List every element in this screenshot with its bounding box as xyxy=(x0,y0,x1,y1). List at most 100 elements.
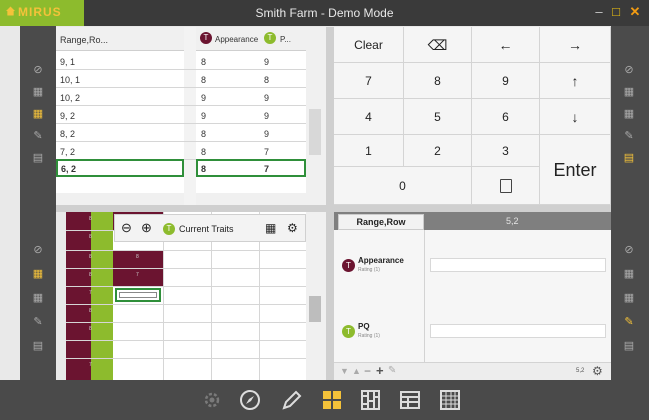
minimize-button[interactable]: – xyxy=(592,5,606,19)
close-button[interactable]: ✕ xyxy=(628,5,642,19)
maximize-button[interactable]: □ xyxy=(609,5,623,19)
down-arrow-button[interactable]: ↓ xyxy=(540,99,611,135)
key-0[interactable]: 0 xyxy=(334,167,472,205)
pencil-icon[interactable]: ✎ xyxy=(31,316,45,328)
horizontal-scrollbar[interactable] xyxy=(56,193,184,205)
appearance-input[interactable] xyxy=(430,258,606,272)
key-4[interactable]: 4 xyxy=(334,99,404,135)
zoom-in-icon[interactable]: ⊕ xyxy=(141,220,152,236)
left-arrow-button[interactable]: ← xyxy=(472,27,540,63)
cell-appearance[interactable]: 8 xyxy=(201,129,206,139)
pencil-icon[interactable]: ✎ xyxy=(31,130,45,142)
key-3[interactable]: 3 xyxy=(472,135,540,167)
grid-icon[interactable]: ▦ xyxy=(622,108,636,120)
settings-icon[interactable]: ⚙ xyxy=(592,364,603,378)
scrollbar-thumb[interactable] xyxy=(309,296,321,322)
cell-appearance[interactable]: 9 xyxy=(201,93,206,103)
list-icon[interactable]: ▤ xyxy=(31,152,45,164)
column-header-traits[interactable]: T Appearance T P... xyxy=(196,27,306,51)
cell-p[interactable]: 9 xyxy=(264,129,269,139)
cell-p[interactable]: 8 xyxy=(264,75,269,85)
selected-row-label: 6, 2 xyxy=(61,164,77,174)
table-row[interactable]: 9, 2 xyxy=(60,111,75,121)
add-icon[interactable]: + xyxy=(376,363,384,378)
field-map-icon[interactable] xyxy=(358,388,382,412)
move-down-icon[interactable]: ▼ xyxy=(340,366,349,376)
cell-p[interactable]: 7 xyxy=(264,147,269,157)
table-row[interactable]: 10, 1 xyxy=(60,75,80,85)
compass-icon[interactable]: ⊘ xyxy=(622,64,636,76)
spreadsheet-icon[interactable] xyxy=(438,388,462,412)
compass-icon[interactable]: ⊘ xyxy=(622,244,636,256)
settings-icon[interactable] xyxy=(200,388,224,412)
up-arrow-button[interactable]: ↑ xyxy=(540,63,611,99)
edit-icon[interactable]: ✎ xyxy=(388,365,396,376)
pq-input[interactable] xyxy=(430,324,606,338)
key-2[interactable]: 2 xyxy=(404,135,472,167)
clear-button[interactable]: Clear xyxy=(334,27,404,63)
column-splitter[interactable] xyxy=(184,27,196,205)
key-5[interactable]: 5 xyxy=(404,99,472,135)
table-row[interactable]: 7, 2 xyxy=(60,147,75,157)
map-icon[interactable]: ▦ xyxy=(31,86,45,98)
cell-p[interactable]: 9 xyxy=(264,57,269,67)
cell-appearance[interactable]: 8 xyxy=(201,147,206,157)
vertical-scrollbar[interactable] xyxy=(306,27,326,205)
cell-appearance[interactable]: 8 xyxy=(201,75,206,85)
selected-row[interactable]: 8 7 xyxy=(196,159,306,177)
backspace-button[interactable]: ⌫ xyxy=(404,27,472,63)
key-8[interactable]: 8 xyxy=(404,63,472,99)
right-arrow-button[interactable]: → xyxy=(540,27,611,63)
scrollbar-thumb[interactable] xyxy=(309,109,321,155)
field-map-icon[interactable]: ▦ xyxy=(31,268,45,280)
plot-value: 8 xyxy=(89,272,92,278)
grid-view-icon[interactable] xyxy=(320,388,344,412)
grid-icon[interactable]: ▦ xyxy=(31,108,45,120)
table-row[interactable]: 10, 2 xyxy=(60,93,80,103)
key-1[interactable]: 1 xyxy=(334,135,404,167)
table-row[interactable]: 8, 2 xyxy=(60,129,75,139)
cell-appearance[interactable]: 8 xyxy=(201,57,206,67)
move-up-icon[interactable]: ▲ xyxy=(352,366,361,376)
compass-icon[interactable] xyxy=(238,388,262,412)
cell-p[interactable]: 9 xyxy=(264,93,269,103)
remove-icon[interactable]: − xyxy=(364,364,371,378)
enter-button[interactable]: Enter xyxy=(540,135,611,205)
trait-icon: T xyxy=(342,259,355,272)
column-header-range-row[interactable]: Range,Ro... xyxy=(56,27,184,51)
pencil-icon[interactable]: ✎ xyxy=(622,316,636,328)
pencil-icon[interactable]: ✎ xyxy=(622,130,636,142)
calculator-button[interactable] xyxy=(472,167,540,205)
grid-icon[interactable]: ▦ xyxy=(622,292,636,304)
list-icon[interactable]: ▤ xyxy=(31,340,45,352)
settings-icon[interactable]: ⚙ xyxy=(287,221,298,235)
current-traits-button[interactable]: Current Traits xyxy=(179,224,234,234)
plot-value: 8 xyxy=(136,254,139,260)
plot-value: 7 xyxy=(136,272,139,278)
selected-plot[interactable] xyxy=(115,288,161,302)
pencil-icon[interactable] xyxy=(280,388,304,412)
selected-row[interactable]: 6, 2 xyxy=(56,159,184,177)
map-icon[interactable]: ▦ xyxy=(622,268,636,280)
zoom-out-icon[interactable]: ⊖ xyxy=(121,220,132,236)
range-row-tab[interactable]: Range,Row xyxy=(338,214,424,230)
compass-icon[interactable]: ⊘ xyxy=(31,244,45,256)
field-layout-icon[interactable]: ▦ xyxy=(265,221,276,235)
table-icon[interactable] xyxy=(398,388,422,412)
key-6[interactable]: 6 xyxy=(472,99,540,135)
grid-vertical-scrollbar[interactable] xyxy=(306,212,326,380)
vertical-splitter[interactable] xyxy=(326,27,334,380)
cell-p[interactable]: 9 xyxy=(264,111,269,121)
cell-appearance[interactable]: 9 xyxy=(201,111,206,121)
header-p: P... xyxy=(280,35,291,44)
map-icon[interactable]: ▦ xyxy=(622,86,636,98)
grid-line xyxy=(66,322,306,323)
grid-icon[interactable]: ▦ xyxy=(31,292,45,304)
table-row[interactable]: 9, 1 xyxy=(60,57,75,67)
key-7[interactable]: 7 xyxy=(334,63,404,99)
key-9[interactable]: 9 xyxy=(472,63,540,99)
list-icon[interactable]: ▤ xyxy=(622,340,636,352)
list-icon[interactable]: ▤ xyxy=(622,152,636,164)
compass-icon[interactable]: ⊘ xyxy=(31,64,45,76)
horizontal-scrollbar[interactable] xyxy=(196,193,306,205)
